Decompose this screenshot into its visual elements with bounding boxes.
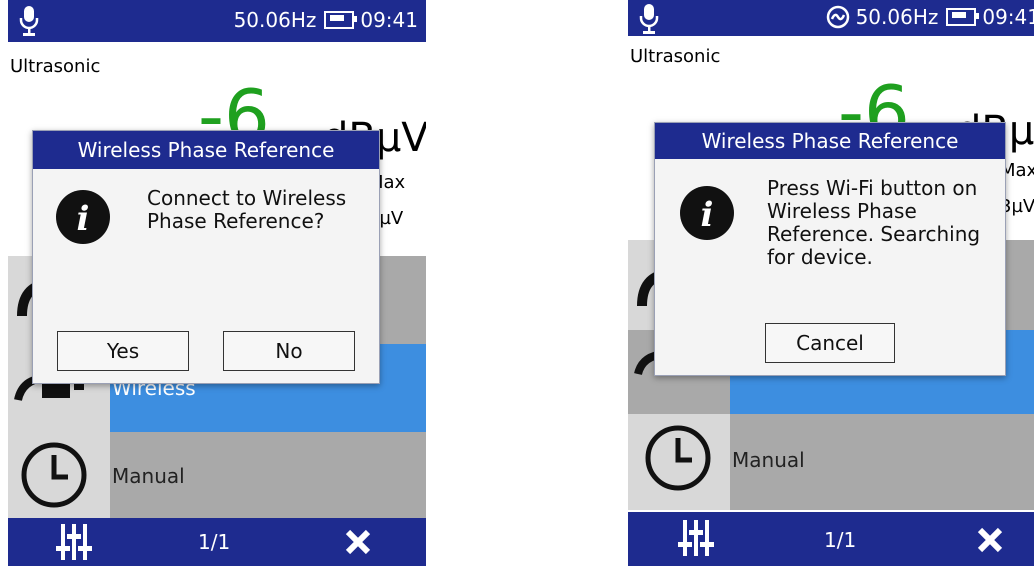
frequency-readout: 50.06Hz bbox=[233, 8, 317, 32]
connect-dialog: Wireless Phase Reference i Connect to Wi… bbox=[32, 130, 380, 384]
measurement-mode: Ultrasonic bbox=[630, 46, 721, 67]
bottom-toolbar: 1/1 bbox=[8, 518, 426, 566]
dialog-message-line: for device. bbox=[767, 245, 873, 269]
measurement-mode: Ultrasonic bbox=[10, 56, 101, 77]
device-screen-connect: 50.06Hz 09:41 Ultrasonic -6 dBµV Max 3µV bbox=[8, 0, 426, 566]
info-icon: i bbox=[56, 190, 110, 244]
list-item-manual[interactable]: Manual bbox=[8, 432, 426, 520]
list-item-label: Manual bbox=[730, 414, 1034, 510]
dialog-message-line: Wireless Phase bbox=[767, 199, 917, 223]
list-item-manual[interactable]: Manual bbox=[628, 414, 1034, 510]
list-item-label: Manual bbox=[110, 432, 426, 520]
clock-time: 09:41 bbox=[982, 5, 1034, 29]
dialog-message-line: Reference. Searching bbox=[767, 222, 981, 246]
svg-text:i: i bbox=[77, 199, 90, 239]
frequency-readout: 50.06Hz bbox=[855, 5, 939, 29]
bottom-toolbar: 1/1 bbox=[628, 512, 1034, 566]
battery-charging-icon bbox=[324, 11, 358, 29]
settings-sliders-icon[interactable] bbox=[54, 522, 94, 562]
status-bar: 50.06Hz 09:41 bbox=[628, 0, 1034, 36]
clock-time: 09:41 bbox=[360, 8, 418, 32]
close-icon[interactable] bbox=[976, 526, 1004, 554]
dialog-title: Wireless Phase Reference bbox=[33, 131, 379, 169]
wireless-link-icon bbox=[826, 5, 849, 29]
settings-sliders-icon[interactable] bbox=[676, 518, 716, 558]
microphone-icon bbox=[639, 4, 659, 34]
close-icon[interactable] bbox=[344, 528, 372, 556]
no-button[interactable]: No bbox=[223, 331, 355, 371]
svg-text:i: i bbox=[701, 195, 714, 235]
battery-charging-icon bbox=[946, 8, 980, 26]
dialog-title: Wireless Phase Reference bbox=[655, 123, 1005, 159]
device-screen-searching: 50.06Hz 09:41 Ultrasonic -6 dBµV Max 3µV bbox=[628, 0, 1034, 566]
page-indicator: 1/1 bbox=[198, 530, 231, 554]
info-icon: i bbox=[680, 186, 734, 240]
page-indicator: 1/1 bbox=[824, 528, 857, 552]
dialog-message-line: Connect to Wireless bbox=[147, 186, 347, 210]
microphone-icon bbox=[19, 6, 39, 36]
clock-icon bbox=[645, 425, 711, 491]
searching-dialog: Wireless Phase Reference i Press Wi-Fi b… bbox=[654, 122, 1006, 376]
clock-icon bbox=[21, 442, 87, 508]
dialog-message-line: Press Wi-Fi button on bbox=[767, 176, 978, 200]
status-bar: 50.06Hz 09:41 bbox=[8, 0, 426, 42]
dialog-message-line: Phase Reference? bbox=[147, 209, 325, 233]
cancel-button[interactable]: Cancel bbox=[765, 323, 895, 363]
yes-button[interactable]: Yes bbox=[57, 331, 189, 371]
